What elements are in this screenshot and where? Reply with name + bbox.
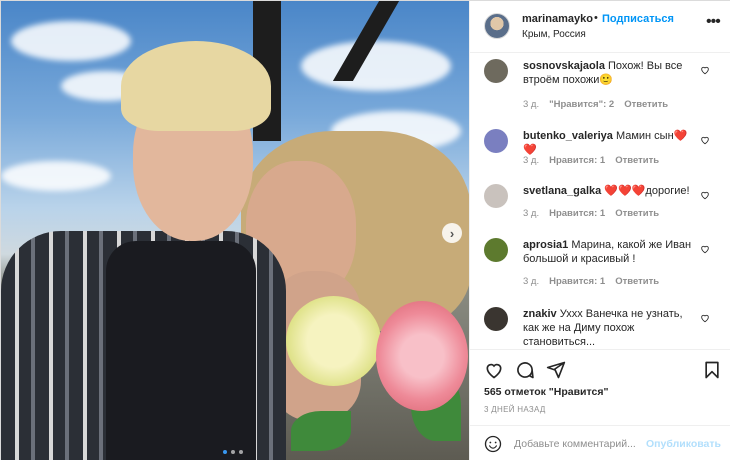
- cloud: [11, 21, 131, 61]
- reply-button[interactable]: Ответить: [615, 155, 659, 166]
- comment-likes[interactable]: Нравится: 1: [549, 155, 605, 166]
- comment-item: sosnovskajaola Похож! Вы все втроём похо…: [470, 53, 730, 113]
- comment-username[interactable]: znakiv: [523, 308, 557, 320]
- comment-username[interactable]: sosnovskajaola: [523, 60, 605, 72]
- comment-text-block: aprosia1 Марина, какой же Иван большой и…: [523, 238, 698, 266]
- heart-icon[interactable]: [700, 65, 710, 75]
- post-dialog: › marinamayko • Подписаться Крым, Россия…: [0, 0, 730, 460]
- comment-time: 3 д.: [523, 276, 540, 287]
- yellow-rose: [286, 296, 381, 386]
- comment-text: ❤️❤️❤️дорогие!: [604, 185, 690, 197]
- man-hair: [121, 41, 271, 131]
- post-photo[interactable]: ›: [1, 1, 469, 460]
- comment-icon[interactable]: [515, 360, 535, 380]
- comment-time: 3 д.: [523, 208, 540, 219]
- cloud: [1, 161, 111, 191]
- post-time[interactable]: 3 ДНЕЙ НАЗАД: [484, 405, 546, 414]
- author-username[interactable]: marinamayko: [522, 13, 593, 25]
- comment-username[interactable]: aprosia1: [523, 239, 568, 251]
- comment-likes[interactable]: "Нравится": 2: [549, 99, 614, 110]
- comment-likes[interactable]: Нравится: 1: [549, 208, 605, 219]
- next-photo-button[interactable]: ›: [442, 223, 462, 243]
- avatar[interactable]: [484, 13, 510, 39]
- chevron-right-icon: ›: [449, 225, 455, 241]
- heart-icon[interactable]: [700, 313, 710, 323]
- separator-dot: •: [594, 12, 598, 24]
- follow-button[interactable]: Подписаться: [602, 13, 674, 25]
- comment-username[interactable]: butenko_valeriya: [523, 130, 613, 142]
- comment-item: svetlana_galka ❤️❤️❤️дорогие! 3 д. Нрави…: [470, 178, 730, 228]
- avatar[interactable]: [484, 59, 508, 83]
- comment-text-block: butenko_valeriya Мамин сын❤️❤️: [523, 129, 698, 157]
- heart-icon[interactable]: [484, 360, 504, 380]
- comment-meta: 3 д. Нравится: 1 Ответить: [523, 155, 659, 166]
- carousel-dot: [223, 450, 227, 454]
- avatar[interactable]: [484, 238, 508, 262]
- man-tshirt: [106, 241, 256, 460]
- comment-item: znakiv Уххх Ванечка не узнать, как же на…: [470, 301, 730, 349]
- heart-icon[interactable]: [700, 135, 710, 145]
- carousel-dot: [231, 450, 235, 454]
- reply-button[interactable]: Ответить: [615, 276, 659, 287]
- heart-icon[interactable]: [700, 190, 710, 200]
- avatar[interactable]: [484, 307, 508, 331]
- emoji-icon[interactable]: [484, 435, 502, 453]
- location-link[interactable]: Крым, Россия: [522, 29, 586, 40]
- pink-rose: [376, 301, 468, 411]
- comment-likes[interactable]: Нравится: 1: [549, 276, 605, 287]
- post-header: marinamayko • Подписаться Крым, Россия •…: [470, 1, 730, 53]
- paper-plane-icon[interactable]: [546, 360, 566, 380]
- post-sidebar: marinamayko • Подписаться Крым, Россия •…: [469, 1, 730, 460]
- comment-text-block: znakiv Уххх Ванечка не узнать, как же на…: [523, 307, 698, 349]
- bookmark-icon[interactable]: [702, 360, 722, 380]
- comment-item: butenko_valeriya Мамин сын❤️❤️ 3 д. Нрав…: [470, 123, 730, 173]
- comment-text-block: sosnovskajaola Похож! Вы все втроём похо…: [523, 59, 698, 87]
- carousel-indicator: [223, 450, 243, 454]
- comment-username[interactable]: svetlana_galka: [523, 185, 601, 197]
- leaf: [291, 411, 351, 451]
- publish-button[interactable]: Опубликовать: [646, 438, 721, 450]
- comment-meta: 3 д. "Нравится": 2 Ответить: [523, 99, 668, 110]
- comment-time: 3 д.: [523, 99, 540, 110]
- avatar[interactable]: [484, 129, 508, 153]
- carousel-dot: [239, 450, 243, 454]
- more-options-icon[interactable]: •••: [706, 13, 721, 31]
- add-comment-bar: Опубликовать: [470, 425, 730, 460]
- likes-count[interactable]: 565 отметок "Нравится": [484, 386, 608, 398]
- cloud: [301, 41, 451, 91]
- comment-meta: 3 д. Нравится: 1 Ответить: [523, 208, 659, 219]
- comment-meta: 3 д. Нравится: 1 Ответить: [523, 276, 659, 287]
- avatar[interactable]: [484, 184, 508, 208]
- comment-item: aprosia1 Марина, какой же Иван большой и…: [470, 232, 730, 296]
- heart-icon[interactable]: [700, 244, 710, 254]
- reply-button[interactable]: Ответить: [624, 99, 668, 110]
- comment-time: 3 д.: [523, 155, 540, 166]
- reply-button[interactable]: Ответить: [615, 208, 659, 219]
- comments-list[interactable]: sosnovskajaola Похож! Вы все втроём похо…: [470, 53, 730, 349]
- comment-input[interactable]: [514, 435, 649, 453]
- comment-text-block: svetlana_galka ❤️❤️❤️дорогие!: [523, 184, 698, 198]
- post-actions: [470, 349, 730, 389]
